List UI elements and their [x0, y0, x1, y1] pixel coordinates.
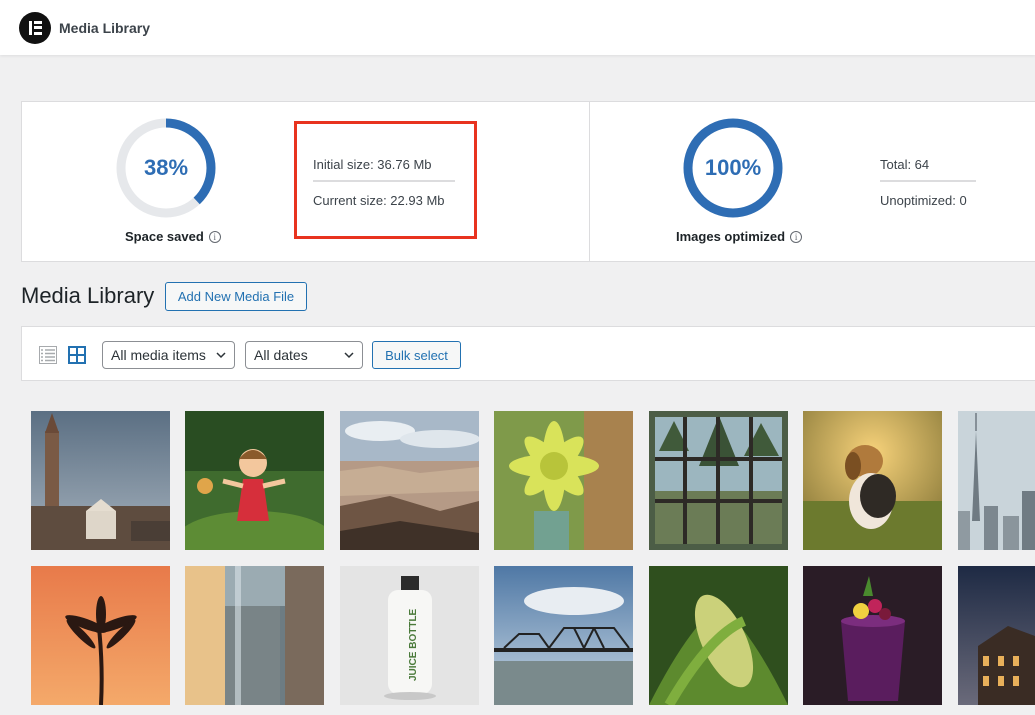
media-item[interactable]: [185, 566, 324, 705]
info-icon[interactable]: i: [208, 230, 221, 243]
window-forest-image: [649, 411, 788, 550]
beagle-dog-image: [803, 411, 942, 550]
media-item[interactable]: [185, 411, 324, 550]
current-size-text: Current size: 22.93 Mb: [313, 193, 445, 208]
bulk-select-button[interactable]: Bulk select: [372, 341, 461, 369]
media-item[interactable]: [649, 411, 788, 550]
building-dusk-image: [958, 566, 1035, 705]
media-type-value: All media items: [111, 347, 206, 363]
chevron-down-icon: [344, 352, 354, 359]
media-item[interactable]: [803, 566, 942, 705]
chevron-down-icon: [216, 352, 226, 359]
size-divider: [313, 180, 455, 182]
images-optimized-value: 100%: [704, 155, 762, 180]
media-item[interactable]: JUICE BOTTLE: [340, 566, 479, 705]
list-view-icon[interactable]: [39, 346, 57, 364]
stats-divider: [589, 102, 590, 261]
page-title: Media Library: [21, 283, 155, 308]
totals-divider: [880, 180, 976, 182]
juice-bottle-image: JUICE BOTTLE: [340, 566, 479, 705]
media-type-select[interactable]: All media items: [102, 341, 235, 369]
space-saved-value: 38%: [143, 155, 189, 180]
total-text: Total: 64: [880, 157, 930, 172]
yellow-flower-image: [494, 411, 633, 550]
cocktail-image: [803, 566, 942, 705]
space-saved-ring: 38%: [115, 117, 217, 219]
media-item[interactable]: [958, 411, 1035, 550]
city-skyline-image: [958, 411, 1035, 550]
media-item[interactable]: [494, 411, 633, 550]
grid-view-icon[interactable]: [68, 346, 86, 364]
space-saved-label: Space saved i: [125, 229, 221, 244]
palm-sunset-image: [31, 566, 170, 705]
images-optimized-label: Images optimized i: [676, 229, 803, 244]
images-optimized-ring: 100%: [682, 117, 784, 219]
church-tower-image: [31, 411, 170, 550]
media-item[interactable]: [494, 566, 633, 705]
media-item[interactable]: [31, 566, 170, 705]
media-item[interactable]: [649, 566, 788, 705]
date-select[interactable]: All dates: [245, 341, 363, 369]
initial-size-text: Initial size: 36.76 Mb: [313, 157, 432, 172]
topbar-title: Media Library: [59, 19, 151, 36]
canyon-image: [340, 411, 479, 550]
date-value: All dates: [254, 347, 308, 363]
optimization-stats-panel: 38% Space saved i Initial size: 36.76 Mb…: [21, 101, 1035, 262]
media-item[interactable]: [958, 566, 1035, 705]
unoptimized-text: Unoptimized: 0: [880, 193, 967, 208]
toy-figure-image: [185, 411, 324, 550]
bridge-river-image: [494, 566, 633, 705]
elementor-logo-icon[interactable]: [19, 11, 51, 44]
glass-water-image: [185, 566, 324, 705]
media-item[interactable]: [340, 411, 479, 550]
info-icon[interactable]: i: [790, 230, 803, 243]
corn-image: [649, 566, 788, 705]
media-item[interactable]: [803, 411, 942, 550]
juice-bottle-label: JUICE BOTTLE: [408, 608, 419, 681]
top-bar: Media Library: [0, 0, 1035, 55]
media-filter-bar: All media items All dates Bulk select: [21, 326, 1035, 381]
add-new-media-button[interactable]: Add New Media File: [165, 282, 307, 311]
media-item[interactable]: [31, 411, 170, 550]
